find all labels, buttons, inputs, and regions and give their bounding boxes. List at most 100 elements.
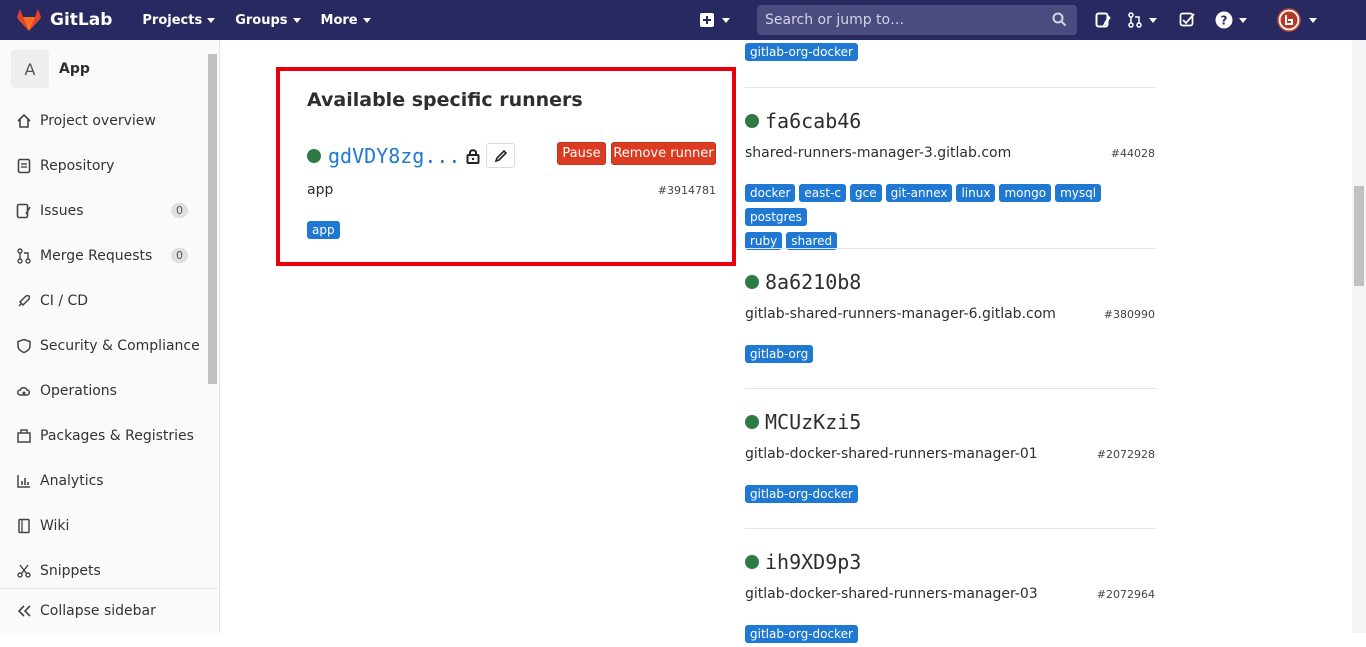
sidebar-item-label: Wiki: [40, 517, 70, 534]
shared-runner-header: 8a6210b8: [745, 270, 861, 294]
merge-request-icon: [16, 247, 32, 264]
chart-icon: [16, 473, 32, 489]
runner-tag: gitlab-org-docker: [745, 485, 858, 503]
page-scrollbar[interactable]: [1352, 40, 1366, 633]
issues-icon: [16, 203, 32, 219]
navbar-icons: ?: [1090, 0, 1317, 40]
shared-runner-header: MCUzKzi5: [745, 410, 861, 434]
sidebar-scrollbar[interactable]: [206, 44, 218, 624]
merge-request-icon: [1128, 12, 1142, 28]
shared-runner-tags: docker east-c gce git-annex linux mongo mysql p…: [745, 182, 1145, 254]
sidebar-item-security-compliance[interactable]: Security & Compliance: [0, 323, 205, 368]
collapse-sidebar-label: Collapse sidebar: [40, 603, 156, 619]
search-box: [757, 5, 1077, 35]
sidebar-item-analytics[interactable]: Analytics: [0, 458, 205, 503]
shield-icon: [16, 338, 32, 354]
shared-runner-id: #2072964: [1096, 588, 1155, 601]
issues-icon: [1095, 12, 1111, 28]
sidebar-item-project-overview[interactable]: Project overview: [0, 98, 205, 143]
gitlab-logo[interactable]: GitLab: [16, 8, 112, 32]
project-header[interactable]: A App: [0, 40, 219, 98]
sidebar-item-label: Security & Compliance: [40, 337, 200, 354]
shared-runner-tags: gitlab-org-docker: [745, 623, 862, 647]
sidebar-item-issues[interactable]: Issues 0: [0, 188, 205, 233]
groups-menu-label: Groups: [235, 12, 288, 28]
shared-runner-tags: gitlab-org-docker: [745, 41, 862, 65]
shared-runner-description: gitlab-docker-shared-runners-manager-03: [745, 586, 1038, 602]
divider: [745, 248, 1156, 249]
collapse-sidebar-button[interactable]: Collapse sidebar: [0, 588, 218, 633]
groups-menu[interactable]: Groups: [225, 0, 310, 40]
shared-runner-header: fa6cab46: [745, 109, 861, 133]
package-icon: [16, 428, 32, 444]
remove-runner-button[interactable]: Remove runner: [611, 142, 716, 165]
new-item-control: [700, 0, 730, 40]
runner-header: gdVDY8zg...: [307, 143, 516, 168]
help-nav-button[interactable]: ?: [1215, 11, 1247, 29]
shared-runner-id: #44028: [1110, 147, 1155, 160]
runner-tag: postgres: [745, 208, 807, 226]
sidebar-item-label: Project overview: [40, 112, 156, 129]
sidebar-item-snippets[interactable]: Snippets: [0, 548, 205, 593]
projects-menu-label: Projects: [142, 12, 203, 28]
projects-menu[interactable]: Projects: [132, 0, 225, 40]
more-menu[interactable]: More: [311, 0, 381, 40]
user-menu-button[interactable]: [1277, 8, 1317, 32]
runner-status-dot: [745, 415, 759, 429]
runner-tag: east-c: [799, 184, 847, 202]
edit-runner-button[interactable]: [486, 143, 516, 168]
runner-tag: mongo: [999, 184, 1052, 202]
divider: [745, 528, 1156, 529]
sidebar-item-wiki[interactable]: Wiki: [0, 503, 205, 548]
shared-runner-description: gitlab-docker-shared-runners-manager-01: [745, 446, 1038, 462]
runner-tag: gitlab-org-docker: [745, 43, 858, 61]
rocket-icon: [16, 293, 32, 309]
sidebar-scroll-thumb[interactable]: [208, 54, 217, 384]
divider: [745, 87, 1156, 88]
page-scroll-thumb[interactable]: [1354, 186, 1364, 286]
project-avatar: A: [11, 50, 49, 88]
search-icon[interactable]: [1052, 12, 1067, 27]
chevron-down-icon: [1149, 17, 1157, 23]
runner-tag: gitlab-org-docker: [745, 625, 858, 643]
sidebar-item-repository[interactable]: Repository: [0, 143, 205, 188]
double-chevron-left-icon: [16, 603, 32, 619]
shared-runner-tags: gitlab-org: [745, 343, 817, 367]
todo-check-icon: [1179, 12, 1195, 27]
new-dropdown[interactable]: [700, 0, 730, 40]
sidebar-item-label: CI / CD: [40, 292, 89, 309]
shared-runner-token: fa6cab46: [765, 109, 862, 133]
runner-token-link[interactable]: gdVDY8zg...: [328, 144, 460, 168]
lock-icon: [466, 148, 480, 164]
project-name: App: [59, 61, 90, 77]
sidebar-item-merge-requests[interactable]: Merge Requests 0: [0, 233, 205, 278]
issues-nav-button[interactable]: [1095, 12, 1111, 28]
top-navbar: GitLab Projects Groups More Search or ju…: [0, 0, 1366, 40]
chevron-down-icon: [362, 17, 371, 23]
sidebar-item-packages-registries[interactable]: Packages & Registries: [0, 413, 205, 458]
svg-text:?: ?: [1221, 14, 1228, 28]
chevron-down-icon: [292, 17, 301, 23]
cloud-gear-icon: [16, 383, 32, 399]
sidebar-item-operations[interactable]: Operations: [0, 368, 205, 413]
merge-requests-count-badge: 0: [171, 248, 188, 263]
sidebar-item-ci-cd[interactable]: CI / CD: [0, 278, 205, 323]
scissors-icon: [16, 563, 32, 579]
runner-status-dot: [745, 114, 759, 128]
user-avatar-icon: [1277, 8, 1301, 32]
sidebar-item-label: Packages & Registries: [40, 427, 194, 444]
specific-runners-title: Available specific runners: [307, 89, 583, 111]
pause-runner-button[interactable]: Pause: [557, 142, 606, 165]
sidebar-item-label: Analytics: [40, 472, 104, 489]
main-menu: Projects Groups More: [132, 0, 380, 40]
shared-runner-description: shared-runners-manager-3.gitlab.com: [745, 145, 1012, 161]
chevron-down-icon: [1309, 17, 1317, 23]
search-input[interactable]: [765, 12, 1045, 28]
runner-tag: linux: [956, 184, 996, 202]
brand-name: GitLab: [50, 10, 113, 30]
shared-runner-id: #380990: [1103, 308, 1155, 321]
shared-runner-token: MCUzKzi5: [765, 410, 862, 434]
merge-requests-nav-button[interactable]: [1127, 12, 1157, 28]
todos-nav-button[interactable]: [1179, 12, 1195, 28]
project-sidebar: A App Project overview Repository Issues…: [0, 40, 220, 633]
